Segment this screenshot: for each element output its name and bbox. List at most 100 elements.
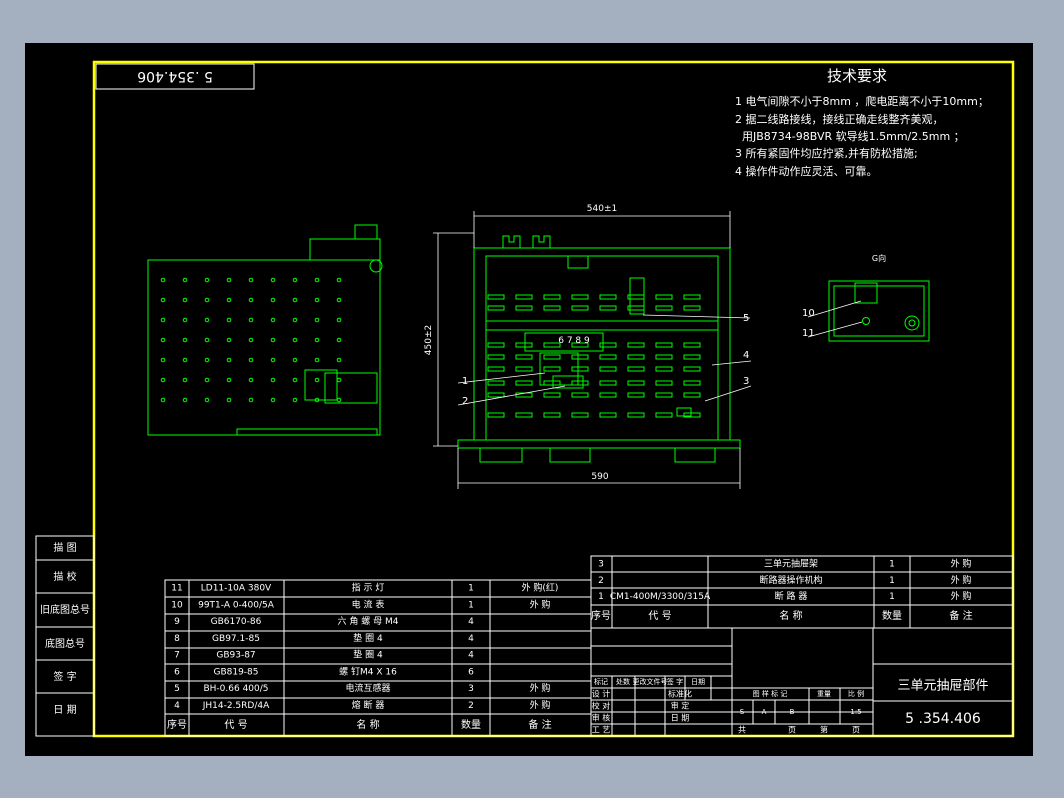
callout-11: 11 (802, 328, 815, 339)
vent-slot (599, 380, 617, 386)
vent-slot (655, 380, 673, 386)
cad-drawing: 5 .354.406 技术要求 1 电气间隙不小于8mm ，爬电距离不小于10m… (35, 60, 1015, 738)
bom-left-header: 名 称 (356, 718, 379, 731)
mounting-hole (336, 337, 342, 343)
mounting-hole (248, 377, 254, 383)
rotated-number-box: 5 .354.406 (95, 63, 255, 90)
callout-5: 5 (743, 313, 749, 324)
vent-slot (599, 354, 617, 360)
vent-slot (627, 412, 645, 418)
mounting-hole (204, 317, 210, 323)
mounting-hole (314, 277, 320, 283)
vent-slot (683, 342, 701, 348)
vent-slot (599, 342, 617, 348)
vent-slot (543, 294, 561, 300)
bom-left-cell: 3 (468, 684, 474, 694)
mounting-hole (248, 357, 254, 363)
tech-line-2: 2 据二线路接线，接线正确走线整齐美观， (735, 112, 944, 126)
callout-10: 10 (802, 308, 815, 319)
rev-header: 更改文件号 (633, 677, 668, 686)
vent-slot (543, 392, 561, 398)
mounting-hole (314, 297, 320, 303)
bom-left-header: 代 号 (224, 719, 247, 731)
drawing-sheet: 5 .354.406 技术要求 1 电气间隙不小于8mm ，爬电距离不小于10m… (25, 43, 1033, 756)
bom-left: 11 LD11-10A 380V 指 示 灯 1 外 购(红) 10 99T1-A 0-40… (167, 582, 558, 732)
mounting-hole (314, 337, 320, 343)
rev-header: 标记 (594, 677, 608, 686)
bom-right-cell: 外 购 (951, 558, 972, 570)
bom-left-cell: GB6170-86 (211, 617, 262, 627)
vent-slot (487, 366, 505, 372)
mounting-hole (160, 297, 166, 303)
bom-left-cell: 外 购(红) (522, 582, 559, 594)
bom-right-cell: CM1-400M/3300/315A (610, 592, 711, 602)
mounting-hole (204, 297, 210, 303)
bom-right-header: 序号 (591, 609, 611, 622)
mid-label: 标准化 (668, 689, 692, 699)
role-label: 审 核 (592, 713, 611, 723)
vent-slot (683, 366, 701, 372)
vent-slot (655, 294, 673, 300)
bom-left-cell: 指 示 灯 (352, 582, 385, 594)
mounting-hole (292, 297, 298, 303)
drawing-number-rotated: 5 .354.406 (137, 68, 213, 84)
bom-right-cell: 3 (598, 560, 604, 570)
bom-left-header: 序号 (167, 718, 187, 731)
callout-2: 2 (462, 396, 468, 407)
vent-slot (515, 380, 533, 386)
bom-left-cell: 2 (468, 701, 474, 711)
mounting-hole (182, 377, 188, 383)
vent-slot (515, 354, 533, 360)
bom-left-header: 备 注 (528, 718, 551, 731)
part-number: 5 .354.406 (905, 711, 981, 727)
hole-grid (160, 277, 342, 403)
mounting-hole (182, 357, 188, 363)
bom-left-cell: 电 流 表 (352, 598, 385, 610)
vent-slot (571, 366, 589, 372)
front-view (457, 235, 741, 463)
stage-value: B (790, 708, 795, 716)
vent-slot (655, 305, 673, 311)
mounting-hole (160, 397, 166, 403)
bom-left-cell: GB819-85 (213, 667, 258, 677)
vent-slot (599, 366, 617, 372)
bom-right-cell: 外 购 (951, 590, 972, 602)
bom-right-cell: 断路器操作机构 (759, 574, 822, 586)
vent-slot (683, 294, 701, 300)
side-view (147, 224, 383, 436)
mid-label: 日 期 (671, 714, 690, 723)
vent-slot (683, 380, 701, 386)
stage-value: 1:5 (850, 708, 861, 716)
mounting-hole (160, 337, 166, 343)
g-view-detail: G向 (807, 253, 930, 342)
mounting-hole (204, 337, 210, 343)
vent-slot (515, 366, 533, 372)
terminal-label: 6 7 8 9 (558, 336, 590, 346)
bom-right-cell: 外 购 (951, 574, 972, 586)
stamp-4: 底图总号 (45, 637, 85, 650)
vent-slot (599, 294, 617, 300)
vent-slot (571, 305, 589, 311)
mounting-hole (314, 357, 320, 363)
mounting-hole (270, 317, 276, 323)
stage-header: 图 样 标 记 (753, 689, 788, 698)
role-label: 设 计 (592, 689, 611, 699)
mounting-hole (226, 377, 232, 383)
bom-left-cell: 10 (171, 600, 183, 610)
tech-line-4: 3 所有紧固件均应拧紧,并有防松措施; (735, 146, 918, 160)
mounting-hole (160, 357, 166, 363)
mounting-hole (182, 397, 188, 403)
rev-header: 签 字 (667, 677, 683, 686)
mounting-hole (270, 337, 276, 343)
mounting-hole (160, 377, 166, 383)
mounting-hole (204, 377, 210, 383)
bom-left-cell: 1 (468, 584, 474, 594)
mounting-hole (336, 297, 342, 303)
vent-slot (543, 380, 561, 386)
mounting-hole (226, 397, 232, 403)
sheet-label: 页 (788, 726, 796, 735)
tech-title: 技术要求 (827, 67, 887, 85)
bom-right-cell: 1 (889, 576, 895, 586)
bom-left-cell: 外 购 (530, 682, 551, 694)
bom-right-cell: 1 (889, 560, 895, 570)
